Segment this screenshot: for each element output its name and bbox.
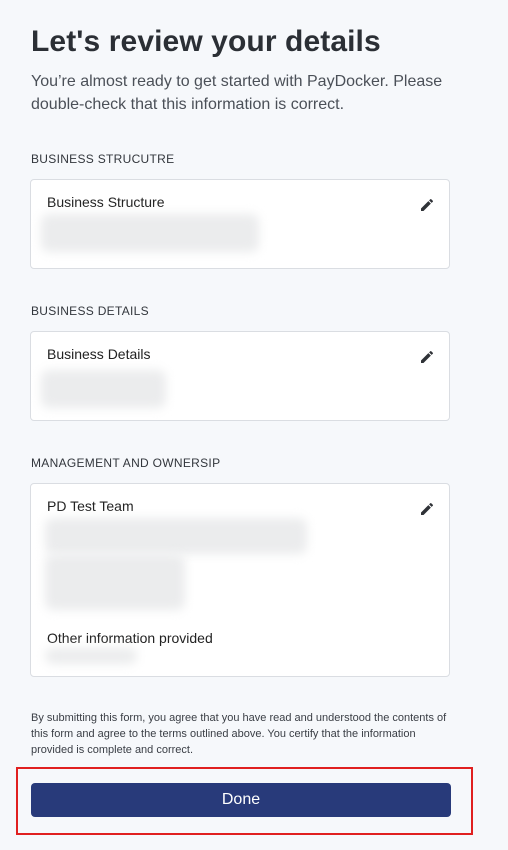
review-details-page: Let's review your details You’re almost …	[0, 0, 508, 850]
redacted-owner-detail-2	[45, 554, 185, 610]
redacted-business-details-value	[41, 370, 166, 408]
done-button[interactable]: Done	[31, 783, 451, 817]
business-details-card: Business Details	[30, 331, 450, 421]
pencil-icon	[421, 502, 434, 515]
edit-management-ownership-button[interactable]	[419, 501, 435, 517]
business-structure-card: Business Structure	[30, 179, 450, 269]
management-ownership-card: PD Test Team Other information provided	[30, 483, 450, 677]
pencil-icon	[421, 350, 434, 363]
business-structure-card-title: Business Structure	[47, 194, 165, 210]
business-details-card-title: Business Details	[47, 346, 151, 362]
pencil-icon	[421, 198, 434, 211]
terms-disclaimer: By submitting this form, you agree that …	[31, 712, 447, 756]
other-information-label: Other information provided	[47, 630, 213, 646]
section-heading-management-ownership: MANAGEMENT AND OWNERSIP	[31, 456, 221, 470]
redacted-owner-detail-1	[45, 518, 307, 554]
redacted-business-structure-value	[41, 214, 259, 252]
edit-business-structure-button[interactable]	[419, 197, 435, 213]
management-ownership-card-title: PD Test Team	[47, 498, 134, 514]
edit-business-details-button[interactable]	[419, 349, 435, 365]
section-heading-business-structure: BUSINESS STRUCUTRE	[31, 152, 175, 166]
page-subtitle: You’re almost ready to get started with …	[31, 73, 443, 113]
section-heading-business-details: BUSINESS DETAILS	[31, 304, 149, 318]
redacted-other-information	[45, 648, 137, 664]
page-title: Let's review your details	[31, 25, 381, 58]
